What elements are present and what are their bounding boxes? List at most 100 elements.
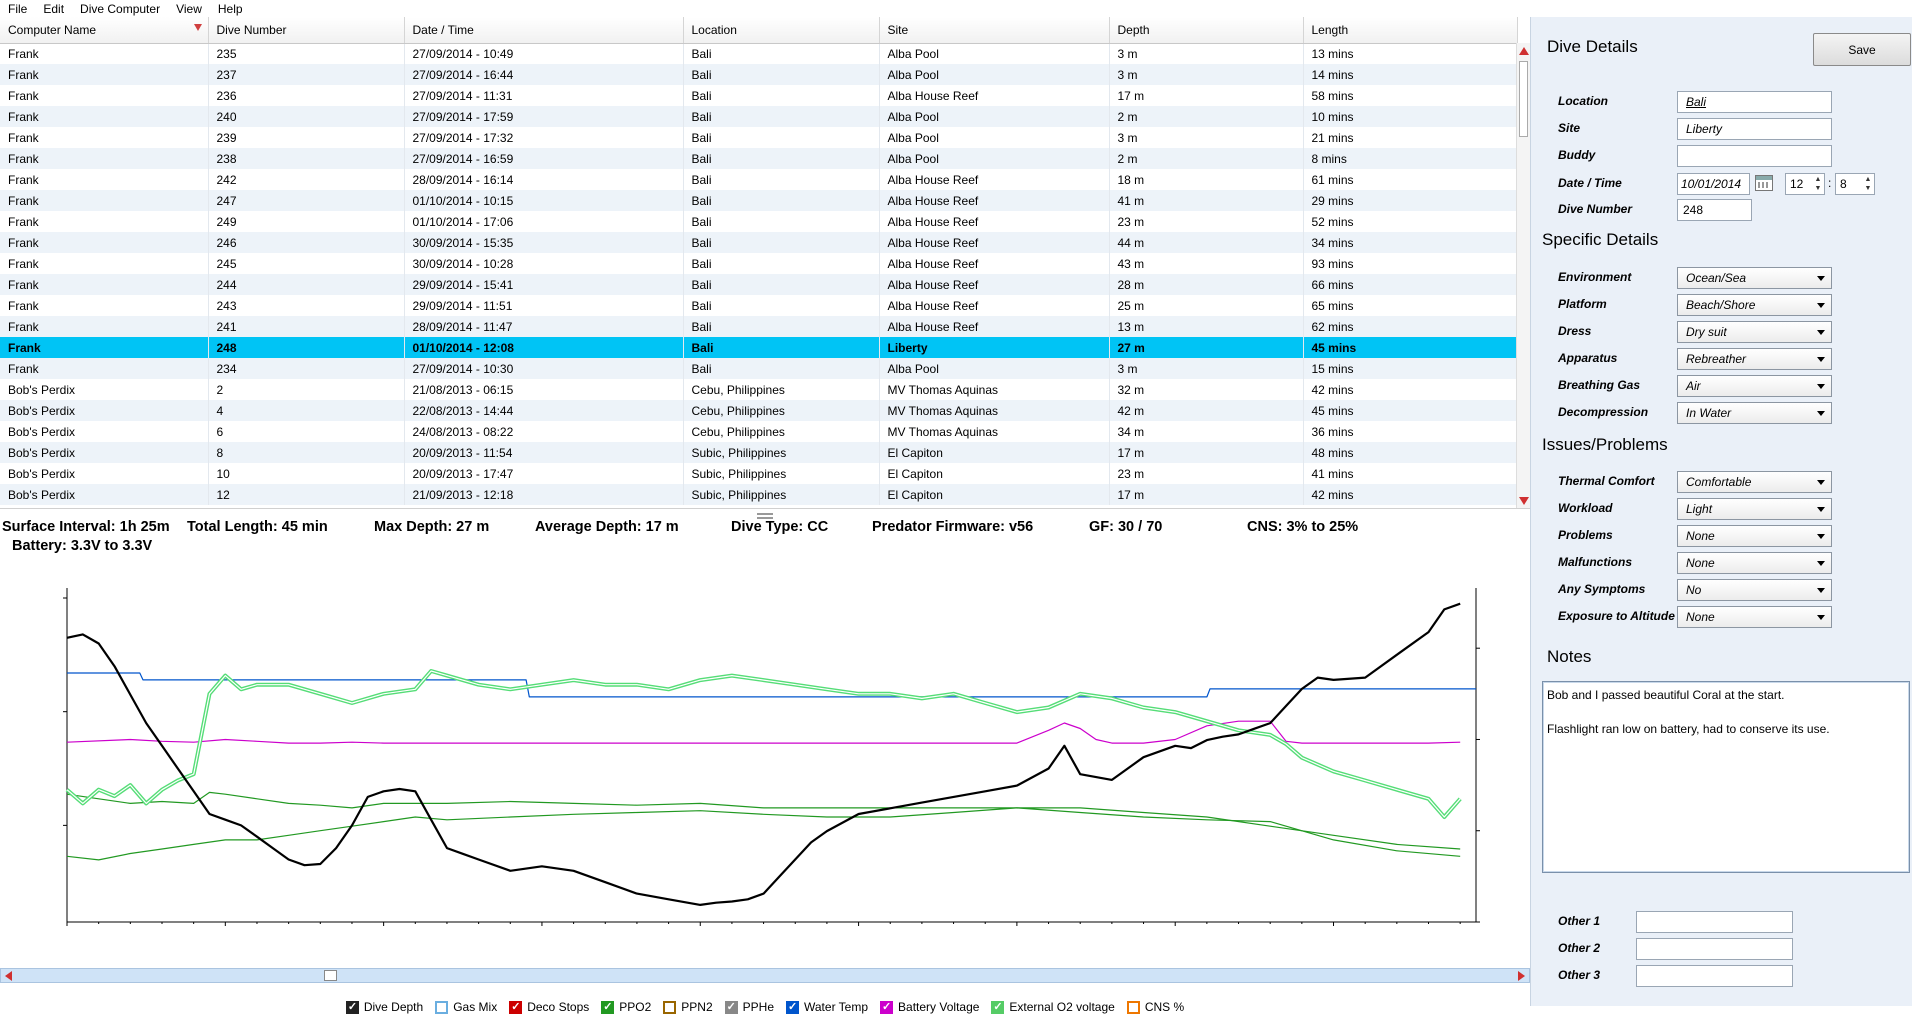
table-row[interactable]: Frank 246 30/09/2014 - 15:35 Bali Alba House… [0,232,1518,253]
table-row[interactable]: Frank 243 29/09/2014 - 11:51 Bali Alba House… [0,295,1518,316]
legend-checkbox[interactable] [724,1000,738,1014]
column-header-computer-name[interactable]: Computer Name [0,17,209,44]
table-row[interactable]: Frank 249 01/10/2014 - 17:06 Bali Alba House… [0,211,1518,232]
legend-checkbox[interactable] [663,1000,677,1014]
notes-textarea[interactable]: Bob and I passed beautiful Coral at the … [1542,681,1910,873]
column-header-dive-number[interactable]: Dive Number [208,17,405,44]
legend-item-dive-depth[interactable]: Dive Depth [345,1000,423,1014]
table-row[interactable]: Frank 236 27/09/2014 - 11:31 Bali Alba House… [0,85,1518,106]
environment-dropdown[interactable]: Ocean/Sea [1677,267,1832,289]
table-row[interactable]: Frank 239 27/09/2014 - 17:32 Bali Alba Pool 3… [0,127,1518,148]
menu-file[interactable]: File [8,2,27,16]
table-row[interactable]: Bob's Perdix 6 24/08/2013 - 08:22 Cebu, Phi… [0,421,1518,442]
scrollbar-thumb[interactable] [1519,61,1528,137]
issues-label-malfunctions: Malfunctions [1558,555,1632,569]
legend-checkbox[interactable] [786,1000,799,1014]
table-row-selected[interactable]: Frank 248 01/10/2014 - 12:08 Bali Liberty 27 … [0,337,1518,358]
table-row[interactable]: Bob's Perdix 10 20/09/2013 - 17:47 Subic, P… [0,463,1518,484]
table-row[interactable]: Frank 242 28/09/2014 - 16:14 Bali Alba House… [0,169,1518,190]
location-field[interactable]: Bali [1677,91,1832,113]
hour-down-icon[interactable]: ▼ [1813,184,1823,193]
legend-checkbox[interactable] [345,1000,359,1014]
menu-edit[interactable]: Edit [43,2,64,16]
hour-up-icon[interactable]: ▲ [1813,175,1823,184]
table-row[interactable]: Bob's Perdix 4 22/08/2013 - 14:44 Cebu, Phi… [0,400,1518,421]
site-field[interactable]: Liberty [1677,118,1832,140]
legend-checkbox[interactable] [435,1000,449,1014]
workload-dropdown[interactable]: Light [1677,498,1832,520]
menu-view[interactable]: View [176,2,202,16]
malfunctions-dropdown[interactable]: None [1677,552,1832,574]
chart-scrollbar-thumb[interactable] [324,970,337,981]
legend-item-water-temp[interactable]: Water Temp [786,1000,868,1014]
table-row[interactable]: Frank 240 27/09/2014 - 17:59 Bali Alba Pool 2… [0,106,1518,127]
table-vertical-scrollbar[interactable] [1516,43,1530,508]
problems-dropdown[interactable]: None [1677,525,1832,547]
column-header-depth[interactable]: Depth [1109,17,1304,44]
table-row[interactable]: Frank 238 27/09/2014 - 16:59 Bali Alba Pool 2… [0,148,1518,169]
any-symptoms-dropdown[interactable]: No [1677,579,1832,601]
legend-checkbox[interactable] [601,1000,615,1014]
stat-average-depth: Average Depth: 17 m [535,519,679,535]
buddy-field[interactable] [1677,145,1832,167]
legend-item-ppo2[interactable]: PPO2 [601,1000,651,1014]
table-row[interactable]: Bob's Perdix 8 20/09/2013 - 11:54 Subic, Ph… [0,442,1518,463]
chart-horizontal-scrollbar[interactable] [0,968,1530,983]
date-field[interactable]: 10/01/2014 [1677,173,1750,195]
menu-help[interactable]: Help [218,2,243,16]
hour-stepper[interactable]: 12 ▲ ▼ [1785,173,1825,195]
table-row[interactable]: Frank 237 27/09/2014 - 16:44 Bali Alba Pool 3… [0,64,1518,85]
legend-label: Deco Stops [527,1000,590,1014]
column-header-site[interactable]: Site [879,17,1110,44]
decompression-dropdown[interactable]: In Water [1677,402,1832,424]
legend-item-deco-stops[interactable]: Deco Stops [509,1000,589,1014]
apparatus-dropdown[interactable]: Rebreather [1677,348,1832,370]
dive-profile-chart[interactable] [0,563,1530,963]
column-header-date-time[interactable]: Date / Time [404,17,684,44]
legend-item-battery-voltage[interactable]: Battery Voltage [880,1000,979,1014]
legend-item-gas-mix[interactable]: Gas Mix [435,1000,497,1014]
table-row[interactable]: Frank 234 27/09/2014 - 10:30 Bali Alba Pool 3… [0,358,1518,379]
table-row[interactable]: Frank 244 29/09/2014 - 15:41 Bali Alba House… [0,274,1518,295]
legend-checkbox[interactable] [991,1000,1005,1014]
dive-number-field[interactable]: 248 [1677,199,1752,221]
dress-dropdown[interactable]: Dry suit [1677,321,1832,343]
legend-checkbox[interactable] [880,1000,894,1014]
column-header-location[interactable]: Location [683,17,880,44]
cell-location: Bali [683,232,880,253]
dropdown-value: In Water [1686,406,1732,420]
legend-item-pphe[interactable]: PPHe [724,1000,774,1014]
scroll-right-arrow-icon[interactable] [1518,971,1525,981]
table-row[interactable]: Frank 245 30/09/2014 - 10:28 Bali Alba House… [0,253,1518,274]
chevron-down-icon [1817,276,1825,281]
minute-up-icon[interactable]: ▲ [1863,175,1873,184]
scroll-down-arrow-icon[interactable] [1519,497,1529,505]
exposure-to-altitude-dropdown[interactable]: None [1677,606,1832,628]
table-row[interactable]: Bob's Perdix 12 21/09/2013 - 12:18 Subic, P… [0,484,1518,505]
table-row[interactable]: Frank 247 01/10/2014 - 10:15 Bali Alba House… [0,190,1518,211]
minute-down-icon[interactable]: ▼ [1863,184,1873,193]
scroll-up-arrow-icon[interactable] [1519,47,1529,55]
minute-stepper[interactable]: 8 ▲ ▼ [1835,173,1875,195]
other-3-field[interactable] [1636,965,1793,987]
calendar-icon[interactable] [1755,175,1773,191]
legend-checkbox[interactable] [1126,1000,1140,1014]
cell-depth: 3 m [1109,358,1304,379]
legend-item-external-o2-voltage[interactable]: External O2 voltage [991,1000,1115,1014]
legend-item-cns-[interactable]: CNS % [1126,1000,1184,1014]
table-row[interactable]: Frank 235 27/09/2014 - 10:49 Bali Alba Pool 3… [0,43,1518,64]
thermal-comfort-dropdown[interactable]: Comfortable [1677,471,1832,493]
column-header-length[interactable]: Length [1303,17,1518,44]
chevron-down-icon [1817,384,1825,389]
save-button[interactable]: Save [1813,33,1911,66]
other-2-field[interactable] [1636,938,1793,960]
breathing-gas-dropdown[interactable]: Air [1677,375,1832,397]
legend-checkbox[interactable] [509,1000,523,1014]
platform-dropdown[interactable]: Beach/Shore [1677,294,1832,316]
menu-dive-computer[interactable]: Dive Computer [80,2,160,16]
other-1-field[interactable] [1636,911,1793,933]
table-row[interactable]: Bob's Perdix 2 21/08/2013 - 06:15 Cebu, Phi… [0,379,1518,400]
scroll-left-arrow-icon[interactable] [5,971,12,981]
legend-item-ppn2[interactable]: PPN2 [663,1000,713,1014]
table-row[interactable]: Frank 241 28/09/2014 - 11:47 Bali Alba House… [0,316,1518,337]
